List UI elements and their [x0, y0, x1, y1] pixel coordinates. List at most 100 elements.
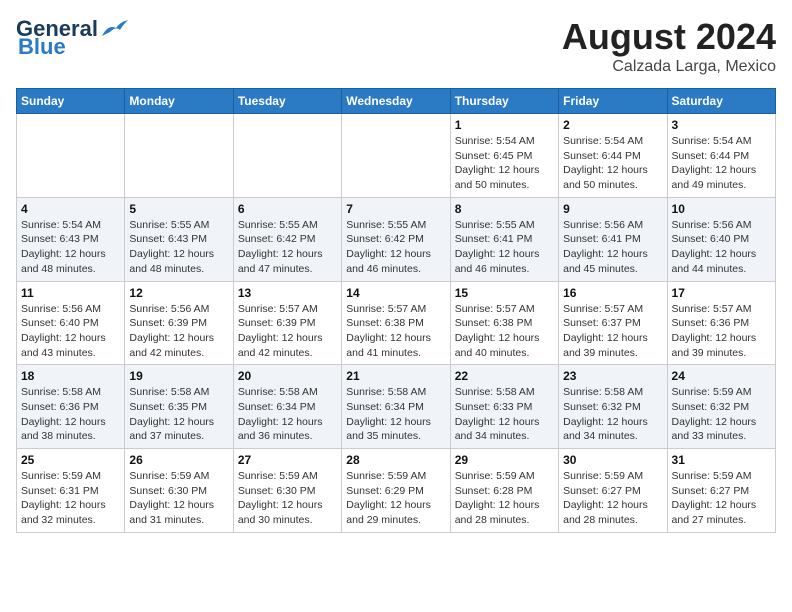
- day-info: Sunrise: 5:57 AMSunset: 6:39 PMDaylight:…: [238, 302, 337, 361]
- header: General Blue August 2024 Calzada Larga, …: [16, 16, 776, 76]
- weekday-header: Monday: [125, 89, 233, 114]
- calendar-cell: [342, 114, 450, 198]
- calendar-week-row: 11 Sunrise: 5:56 AMSunset: 6:40 PMDayligh…: [17, 281, 776, 365]
- calendar-cell: 27 Sunrise: 5:59 AMSunset: 6:30 PMDayligh…: [233, 449, 341, 533]
- day-number: 24: [672, 369, 771, 383]
- day-info: Sunrise: 5:59 AMSunset: 6:27 PMDaylight:…: [672, 469, 771, 528]
- day-info: Sunrise: 5:59 AMSunset: 6:30 PMDaylight:…: [238, 469, 337, 528]
- day-number: 15: [455, 286, 554, 300]
- day-info: Sunrise: 5:57 AMSunset: 6:37 PMDaylight:…: [563, 302, 662, 361]
- calendar-cell: 9 Sunrise: 5:56 AMSunset: 6:41 PMDaylight…: [559, 197, 667, 281]
- day-info: Sunrise: 5:56 AMSunset: 6:40 PMDaylight:…: [21, 302, 120, 361]
- calendar-table: SundayMondayTuesdayWednesdayThursdayFrid…: [16, 88, 776, 533]
- day-info: Sunrise: 5:54 AMSunset: 6:43 PMDaylight:…: [21, 218, 120, 277]
- day-number: 3: [672, 118, 771, 132]
- calendar-cell: 7Sunrise: 5:55 AMSunset: 6:42 PMDaylight…: [342, 197, 450, 281]
- calendar-cell: 8 Sunrise: 5:55 AMSunset: 6:41 PMDaylight…: [450, 197, 558, 281]
- day-info: Sunrise: 5:59 AMSunset: 6:32 PMDaylight:…: [672, 385, 771, 444]
- day-number: 1: [455, 118, 554, 132]
- day-info: Sunrise: 5:57 AMSunset: 6:36 PMDaylight:…: [672, 302, 771, 361]
- day-number: 19: [129, 369, 228, 383]
- day-info: Sunrise: 5:55 AMSunset: 6:42 PMDaylight:…: [238, 218, 337, 277]
- calendar-cell: 26 Sunrise: 5:59 AMSunset: 6:30 PMDayligh…: [125, 449, 233, 533]
- day-info: Sunrise: 5:59 AMSunset: 6:31 PMDaylight:…: [21, 469, 120, 528]
- calendar-cell: 20 Sunrise: 5:58 AMSunset: 6:34 PMDayligh…: [233, 365, 341, 449]
- day-info: Sunrise: 5:58 AMSunset: 6:35 PMDaylight:…: [129, 385, 228, 444]
- day-number: 30: [563, 453, 662, 467]
- day-number: 11: [21, 286, 120, 300]
- day-info: Sunrise: 5:58 AMSunset: 6:34 PMDaylight:…: [238, 385, 337, 444]
- calendar-cell: 19 Sunrise: 5:58 AMSunset: 6:35 PMDayligh…: [125, 365, 233, 449]
- day-number: 9: [563, 202, 662, 216]
- title-area: August 2024 Calzada Larga, Mexico: [562, 16, 776, 76]
- calendar-cell: [125, 114, 233, 198]
- day-info: Sunrise: 5:59 AMSunset: 6:29 PMDaylight:…: [346, 469, 445, 528]
- weekday-header: Thursday: [450, 89, 558, 114]
- calendar-subtitle: Calzada Larga, Mexico: [562, 58, 776, 76]
- calendar-cell: 5Sunrise: 5:55 AMSunset: 6:43 PMDaylight…: [125, 197, 233, 281]
- day-info: Sunrise: 5:55 AMSunset: 6:43 PMDaylight:…: [129, 218, 228, 277]
- calendar-cell: 11 Sunrise: 5:56 AMSunset: 6:40 PMDayligh…: [17, 281, 125, 365]
- calendar-cell: 6 Sunrise: 5:55 AMSunset: 6:42 PMDaylight…: [233, 197, 341, 281]
- day-info: Sunrise: 5:57 AMSunset: 6:38 PMDaylight:…: [455, 302, 554, 361]
- day-number: 21: [346, 369, 445, 383]
- day-number: 13: [238, 286, 337, 300]
- weekday-header: Wednesday: [342, 89, 450, 114]
- weekday-header: Saturday: [667, 89, 775, 114]
- calendar-cell: 30 Sunrise: 5:59 AMSunset: 6:27 PMDayligh…: [559, 449, 667, 533]
- day-number: 28: [346, 453, 445, 467]
- day-number: 12: [129, 286, 228, 300]
- day-info: Sunrise: 5:54 AMSunset: 6:44 PMDaylight:…: [563, 134, 662, 193]
- day-number: 18: [21, 369, 120, 383]
- calendar-cell: 2 Sunrise: 5:54 AMSunset: 6:44 PMDaylight…: [559, 114, 667, 198]
- calendar-title: August 2024: [562, 16, 776, 58]
- calendar-week-row: 25 Sunrise: 5:59 AMSunset: 6:31 PMDayligh…: [17, 449, 776, 533]
- day-info: Sunrise: 5:58 AMSunset: 6:36 PMDaylight:…: [21, 385, 120, 444]
- logo-general: General: [16, 16, 98, 41]
- weekday-header-row: SundayMondayTuesdayWednesdayThursdayFrid…: [17, 89, 776, 114]
- day-info: Sunrise: 5:56 AMSunset: 6:40 PMDaylight:…: [672, 218, 771, 277]
- calendar-cell: 21 Sunrise: 5:58 AMSunset: 6:34 PMDayligh…: [342, 365, 450, 449]
- calendar-cell: 15 Sunrise: 5:57 AMSunset: 6:38 PMDayligh…: [450, 281, 558, 365]
- day-info: Sunrise: 5:55 AMSunset: 6:42 PMDaylight:…: [346, 218, 445, 277]
- day-number: 20: [238, 369, 337, 383]
- day-number: 2: [563, 118, 662, 132]
- day-info: Sunrise: 5:58 AMSunset: 6:33 PMDaylight:…: [455, 385, 554, 444]
- day-info: Sunrise: 5:58 AMSunset: 6:34 PMDaylight:…: [346, 385, 445, 444]
- day-number: 10: [672, 202, 771, 216]
- day-info: Sunrise: 5:59 AMSunset: 6:30 PMDaylight:…: [129, 469, 228, 528]
- day-number: 17: [672, 286, 771, 300]
- weekday-header: Friday: [559, 89, 667, 114]
- calendar-week-row: 4Sunrise: 5:54 AMSunset: 6:43 PMDaylight…: [17, 197, 776, 281]
- day-number: 27: [238, 453, 337, 467]
- day-number: 26: [129, 453, 228, 467]
- calendar-cell: 28 Sunrise: 5:59 AMSunset: 6:29 PMDayligh…: [342, 449, 450, 533]
- day-number: 31: [672, 453, 771, 467]
- calendar-cell: 31 Sunrise: 5:59 AMSunset: 6:27 PMDayligh…: [667, 449, 775, 533]
- calendar-cell: [17, 114, 125, 198]
- weekday-header: Tuesday: [233, 89, 341, 114]
- day-info: Sunrise: 5:56 AMSunset: 6:39 PMDaylight:…: [129, 302, 228, 361]
- day-info: Sunrise: 5:59 AMSunset: 6:28 PMDaylight:…: [455, 469, 554, 528]
- day-info: Sunrise: 5:59 AMSunset: 6:27 PMDaylight:…: [563, 469, 662, 528]
- calendar-cell: 10 Sunrise: 5:56 AMSunset: 6:40 PMDayligh…: [667, 197, 775, 281]
- day-info: Sunrise: 5:55 AMSunset: 6:41 PMDaylight:…: [455, 218, 554, 277]
- calendar-cell: 17 Sunrise: 5:57 AMSunset: 6:36 PMDayligh…: [667, 281, 775, 365]
- weekday-header: Sunday: [17, 89, 125, 114]
- calendar-cell: 23Sunrise: 5:58 AMSunset: 6:32 PMDayligh…: [559, 365, 667, 449]
- calendar-cell: 14 Sunrise: 5:57 AMSunset: 6:38 PMDayligh…: [342, 281, 450, 365]
- day-info: Sunrise: 5:54 AMSunset: 6:44 PMDaylight:…: [672, 134, 771, 193]
- calendar-cell: 1Sunrise: 5:54 AMSunset: 6:45 PMDaylight…: [450, 114, 558, 198]
- day-info: Sunrise: 5:56 AMSunset: 6:41 PMDaylight:…: [563, 218, 662, 277]
- day-number: 25: [21, 453, 120, 467]
- day-number: 6: [238, 202, 337, 216]
- day-number: 8: [455, 202, 554, 216]
- calendar-week-row: 18 Sunrise: 5:58 AMSunset: 6:36 PMDayligh…: [17, 365, 776, 449]
- calendar-cell: 24 Sunrise: 5:59 AMSunset: 6:32 PMDayligh…: [667, 365, 775, 449]
- calendar-cell: 18 Sunrise: 5:58 AMSunset: 6:36 PMDayligh…: [17, 365, 125, 449]
- calendar-cell: 25 Sunrise: 5:59 AMSunset: 6:31 PMDayligh…: [17, 449, 125, 533]
- calendar-cell: 22 Sunrise: 5:58 AMSunset: 6:33 PMDayligh…: [450, 365, 558, 449]
- day-info: Sunrise: 5:57 AMSunset: 6:38 PMDaylight:…: [346, 302, 445, 361]
- day-number: 14: [346, 286, 445, 300]
- day-number: 22: [455, 369, 554, 383]
